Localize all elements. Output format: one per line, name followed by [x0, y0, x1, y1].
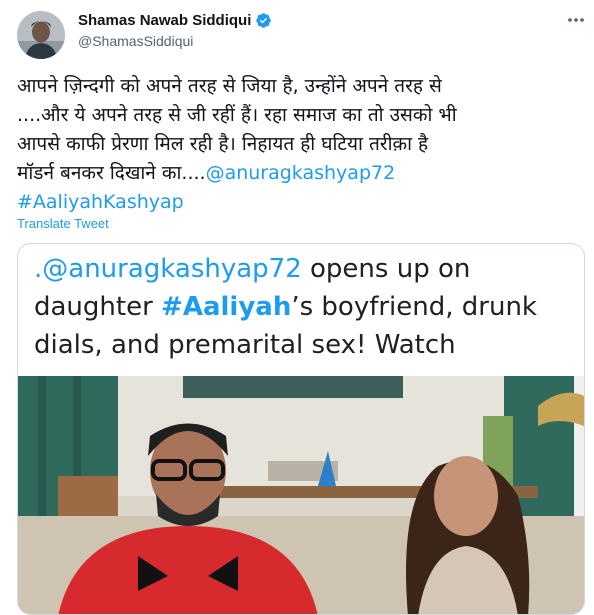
card-text: daughter — [34, 292, 162, 322]
tweet-line: आपने ज़िन्दगी को अपने तरह से जिया है, उन… — [17, 75, 442, 97]
media-card[interactable]: .@anuragkashyap72 opens up on daughter #… — [17, 243, 585, 615]
author-handle[interactable]: @ShamasSiddiqui — [78, 33, 193, 49]
verified-badge-icon — [256, 13, 272, 28]
card-headline: .@anuragkashyap72 opens up on daughter #… — [34, 250, 574, 364]
tweet-line-4: मॉडर्न बनकर दिखाने का....@anuragkashyap7… — [17, 159, 585, 188]
mention-link[interactable]: @anuragkashyap72 — [206, 162, 396, 184]
card-text: ’s boyfriend, drunk — [291, 292, 537, 322]
card-headline-line: dials, and premarital sex! Watch — [34, 330, 456, 360]
tweet-text: आपने ज़िन्दगी को अपने तरह से जिया है, उन… — [17, 72, 585, 217]
tweet-line-text: मॉडर्न बनकर दिखाने का.... — [17, 162, 206, 184]
tweet-line: आपसे काफी प्रेरणा मिल रही है। निहायत ही … — [17, 133, 429, 155]
card-headline-line: .@anuragkashyap72 opens up on — [34, 250, 574, 288]
card-text: opens up on — [301, 254, 471, 284]
avatar[interactable] — [17, 11, 65, 59]
card-hashtag: #Aaliyah — [161, 292, 292, 322]
card-mention: .@anuragkashyap72 — [34, 254, 302, 284]
tweet-line-5: #AaliyahKashyap — [17, 188, 585, 217]
hashtag-link[interactable]: #AaliyahKashyap — [17, 191, 184, 213]
tweet-line: ....और ये अपने तरह से जी रहीं हैं। रहा स… — [17, 104, 457, 126]
translate-tweet-link[interactable]: Translate Tweet — [17, 216, 109, 231]
author-name[interactable]: Shamas Nawab Siddiqui — [78, 12, 251, 29]
avatar-image — [17, 11, 65, 59]
author-name-row[interactable]: Shamas Nawab Siddiqui — [78, 12, 272, 29]
video-still-image — [18, 376, 584, 614]
more-options-icon[interactable] — [566, 14, 586, 26]
card-headline-line: daughter #Aaliyah’s boyfriend, drunk — [34, 288, 574, 326]
